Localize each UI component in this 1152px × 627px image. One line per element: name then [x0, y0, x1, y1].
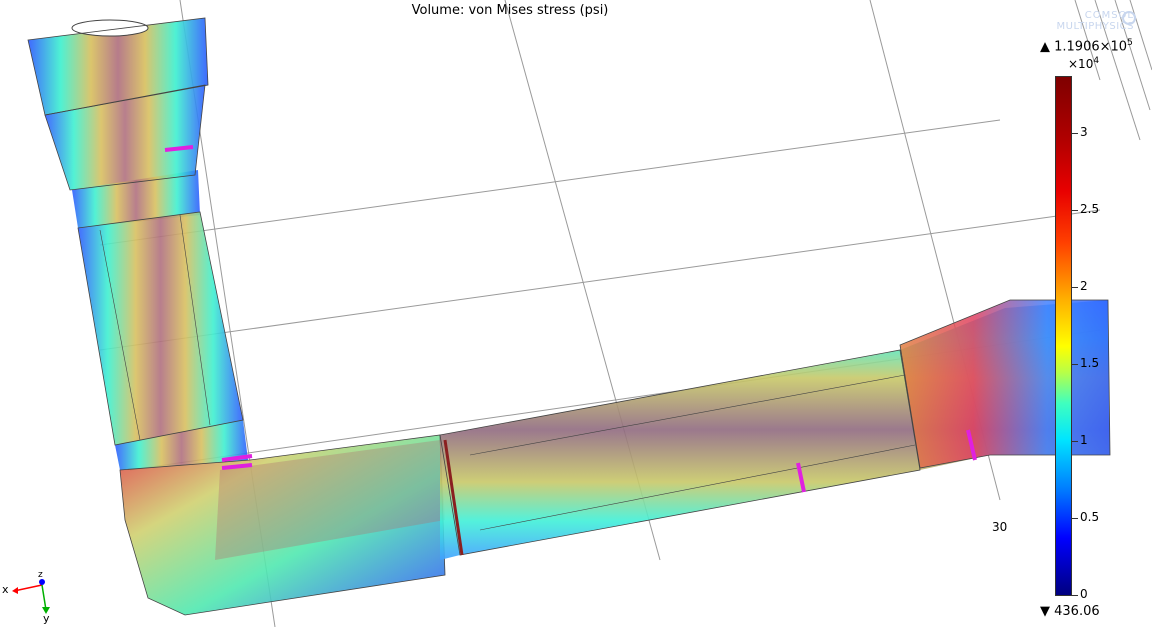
colorbar: [1055, 76, 1072, 596]
colorbar-tick-label: 0.5: [1080, 510, 1100, 524]
colorbar-tick: [1072, 595, 1078, 596]
colorbar-tick: [1072, 210, 1078, 211]
colorbar-tick-label: 1: [1080, 433, 1088, 447]
axis-tick-label: 30: [992, 520, 1008, 534]
colorbar-tick-label: 3: [1080, 125, 1088, 139]
colorbar-tick: [1072, 133, 1078, 134]
colorbar-min-label: ▼ 436.06: [1040, 604, 1100, 619]
colorbar-tick: [1072, 364, 1078, 365]
colorbar-tick-label: 2: [1080, 279, 1088, 293]
3d-viewport[interactable]: [0, 0, 1152, 627]
axis-triad: [12, 579, 50, 614]
colorbar-scale-label: ×104: [1068, 56, 1100, 71]
triad-x-label: x: [2, 583, 9, 596]
comsol-logo: COMSOL MULTIPHYSICS: [1056, 10, 1136, 32]
colorbar-tick-label: 1.5: [1080, 356, 1100, 370]
triad-z-label: z: [38, 570, 43, 580]
colorbar-tick: [1072, 441, 1078, 442]
colorbar-tick: [1072, 518, 1078, 519]
vertical-pipe: [27, 17, 248, 470]
colorbar-tick-label: 0: [1080, 587, 1088, 601]
colorbar-max-label: ▲ 1.1906×105: [1040, 38, 1133, 55]
colorbar-tick: [1072, 287, 1078, 288]
colorbar-tick-label: 2.5: [1080, 202, 1100, 216]
triad-y-label: y: [43, 612, 50, 625]
logo-globe-icon: [1122, 11, 1136, 25]
horizontal-pipe: [439, 299, 1111, 560]
